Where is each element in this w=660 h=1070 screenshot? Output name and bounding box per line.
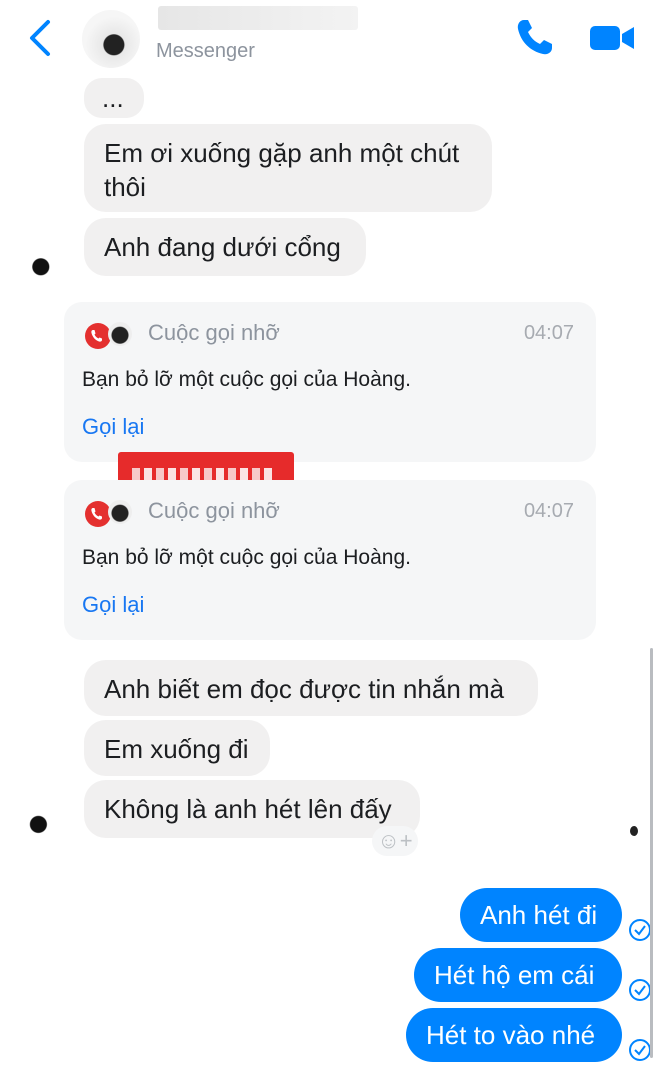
seen-check-icon	[629, 919, 651, 941]
back-button[interactable]	[24, 18, 58, 58]
add-reaction-button[interactable]: ☺+	[372, 826, 418, 856]
voice-call-button[interactable]	[514, 16, 556, 58]
sent-message-bubble[interactable]: Anh hét đi	[460, 888, 622, 942]
call-time: 04:07	[523, 322, 574, 344]
chevron-left-icon	[30, 20, 50, 56]
seen-check-icon	[629, 979, 651, 1001]
message-bubble[interactable]: Không là anh hét lên đấy	[84, 780, 420, 838]
message-bubble[interactable]: Anh đang dưới cổng	[84, 218, 366, 276]
sender-avatar	[18, 804, 52, 838]
message-bubble[interactable]: Em xuống đi	[84, 720, 270, 776]
call-time: 04:07	[523, 500, 574, 522]
video-call-button[interactable]	[588, 18, 638, 58]
seen-check-icon	[629, 1039, 651, 1061]
caller-avatar	[108, 500, 132, 524]
typing-bubble: ...	[84, 78, 144, 118]
call-title: Cuộc gọi nhỡ	[148, 320, 280, 345]
missed-call-card: Cuộc gọi nhỡ 04:07 Bạn bỏ lỡ một cuộc gọ…	[64, 480, 596, 640]
sender-avatar	[24, 250, 52, 278]
call-back-link[interactable]: Gọi lại	[82, 414, 144, 440]
call-back-link[interactable]: Gọi lại	[82, 592, 144, 618]
call-description: Bạn bỏ lỡ một cuộc gọi của Hoàng.	[82, 368, 411, 391]
missed-call-card: Cuộc gọi nhỡ 04:07 Bạn bỏ lỡ một cuộc gọ…	[64, 302, 596, 462]
call-title: Cuộc gọi nhỡ	[148, 498, 280, 523]
message-bubble[interactable]: Anh biết em đọc được tin nhắn mà	[84, 660, 538, 716]
app-subtitle: Messenger	[156, 40, 255, 62]
sent-message-bubble[interactable]: Hét hộ em cái	[414, 948, 622, 1002]
chat-header: Messenger	[0, 0, 660, 80]
video-camera-icon	[590, 26, 634, 50]
decorative-dot	[630, 826, 638, 836]
scrollbar[interactable]	[650, 648, 653, 1058]
message-bubble[interactable]: Em ơi xuống gặp anh một chút thôi	[84, 124, 492, 212]
contact-name[interactable]	[158, 6, 358, 30]
caller-avatar	[108, 322, 132, 346]
phone-icon	[517, 20, 552, 55]
contact-avatar[interactable]	[82, 10, 140, 68]
call-description: Bạn bỏ lỡ một cuộc gọi của Hoàng.	[82, 546, 411, 569]
sent-message-bubble[interactable]: Hét to vào nhé	[406, 1008, 622, 1062]
